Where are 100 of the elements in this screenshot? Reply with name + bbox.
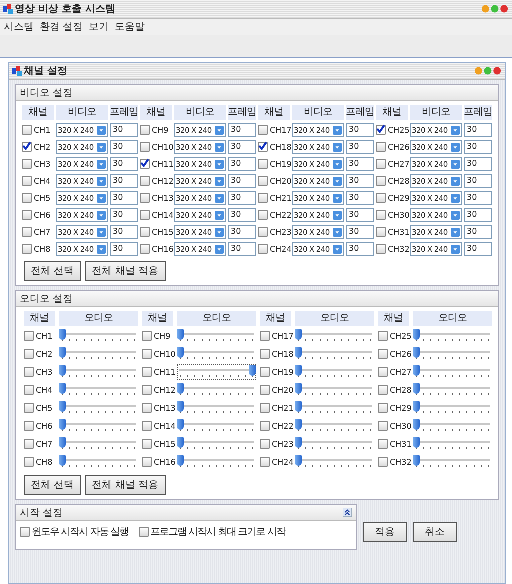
volume-slider[interactable] (295, 400, 374, 416)
frame-rate-field[interactable]: 30 (346, 191, 374, 205)
frame-rate-field[interactable]: 30 (346, 123, 374, 137)
volume-slider[interactable] (59, 382, 138, 398)
channel-checkbox[interactable]: CH6 (22, 208, 54, 222)
channel-checkbox[interactable]: CH13 (142, 401, 173, 415)
volume-slider[interactable] (177, 436, 256, 452)
channel-checkbox[interactable]: CH23 (260, 437, 291, 451)
volume-slider[interactable] (295, 346, 374, 362)
frame-rate-field[interactable]: 30 (228, 123, 256, 137)
channel-checkbox[interactable]: CH17 (260, 329, 291, 343)
frame-rate-field[interactable]: 30 (228, 242, 256, 256)
channel-checkbox[interactable]: CH12 (142, 383, 173, 397)
frame-rate-field[interactable]: 30 (228, 174, 256, 188)
channel-checkbox[interactable]: CH3 (24, 365, 55, 379)
volume-slider[interactable] (59, 346, 138, 362)
channel-checkbox[interactable]: CH12 (140, 174, 172, 188)
channel-checkbox[interactable]: CH6 (24, 419, 55, 433)
channel-checkbox[interactable]: CH32 (376, 242, 408, 256)
channel-checkbox[interactable]: CH28 (376, 174, 408, 188)
volume-slider[interactable] (295, 328, 374, 344)
frame-rate-field[interactable]: 30 (228, 208, 256, 222)
channel-checkbox[interactable]: CH4 (22, 174, 54, 188)
volume-slider[interactable] (413, 418, 492, 434)
channel-checkbox[interactable]: CH1 (24, 329, 55, 343)
channel-checkbox[interactable]: CH20 (258, 174, 290, 188)
frame-rate-field[interactable]: 30 (110, 140, 138, 154)
option-checkbox[interactable]: 프로그램 시작시 최대 크기로 시작 (138, 525, 286, 539)
channel-checkbox[interactable]: CH8 (24, 455, 55, 469)
collapse-icon[interactable] (343, 508, 352, 517)
volume-slider[interactable] (295, 436, 374, 452)
channel-checkbox[interactable]: CH14 (142, 419, 173, 433)
volume-slider[interactable] (295, 382, 374, 398)
window-controls-icon[interactable] (474, 66, 502, 76)
action-button[interactable]: 전체 채널 적용 (85, 475, 166, 495)
channel-checkbox[interactable]: CH27 (378, 365, 409, 379)
channel-checkbox[interactable]: CH2 (24, 347, 55, 361)
channel-checkbox[interactable]: CH9 (142, 329, 173, 343)
channel-checkbox[interactable]: CH19 (260, 365, 291, 379)
frame-rate-field[interactable]: 30 (464, 242, 492, 256)
channel-checkbox[interactable]: CH22 (258, 208, 290, 222)
frame-rate-field[interactable]: 30 (346, 140, 374, 154)
channel-checkbox[interactable]: CH25 (376, 123, 408, 137)
channel-checkbox[interactable]: CH32 (378, 455, 409, 469)
volume-slider[interactable] (59, 328, 138, 344)
channel-checkbox[interactable]: CH14 (140, 208, 172, 222)
channel-checkbox[interactable]: CH8 (22, 242, 54, 256)
volume-slider[interactable] (413, 454, 492, 470)
channel-checkbox[interactable]: CH24 (258, 242, 290, 256)
frame-rate-field[interactable]: 30 (346, 208, 374, 222)
volume-slider[interactable] (177, 346, 256, 362)
frame-rate-field[interactable]: 30 (110, 123, 138, 137)
volume-slider[interactable] (295, 418, 374, 434)
volume-slider[interactable] (177, 418, 256, 434)
volume-slider[interactable] (59, 454, 138, 470)
channel-checkbox[interactable]: CH21 (260, 401, 291, 415)
channel-checkbox[interactable]: CH16 (140, 242, 172, 256)
channel-checkbox[interactable]: CH31 (378, 437, 409, 451)
frame-rate-field[interactable]: 30 (464, 140, 492, 154)
channel-checkbox[interactable]: CH7 (22, 225, 54, 239)
channel-checkbox[interactable]: CH15 (140, 225, 172, 239)
channel-checkbox[interactable]: CH29 (376, 191, 408, 205)
window-controls-icon[interactable] (481, 4, 509, 14)
channel-checkbox[interactable]: CH10 (142, 347, 173, 361)
channel-checkbox[interactable]: CH11 (140, 157, 172, 171)
channel-checkbox[interactable]: CH22 (260, 419, 291, 433)
frame-rate-field[interactable]: 30 (110, 225, 138, 239)
action-button[interactable]: 전체 채널 적용 (85, 261, 166, 281)
channel-checkbox[interactable]: CH10 (140, 140, 172, 154)
channel-checkbox[interactable]: CH28 (378, 383, 409, 397)
channel-checkbox[interactable]: CH25 (378, 329, 409, 343)
channel-checkbox[interactable]: CH17 (258, 123, 290, 137)
volume-slider[interactable] (413, 346, 492, 362)
frame-rate-field[interactable]: 30 (110, 157, 138, 171)
channel-checkbox[interactable]: CH26 (378, 347, 409, 361)
channel-checkbox[interactable]: CH15 (142, 437, 173, 451)
volume-slider[interactable] (59, 436, 138, 452)
channel-checkbox[interactable]: CH24 (260, 455, 291, 469)
frame-rate-field[interactable]: 30 (228, 191, 256, 205)
volume-slider[interactable] (177, 454, 256, 470)
frame-rate-field[interactable]: 30 (346, 174, 374, 188)
action-button[interactable]: 전체 선택 (24, 475, 82, 495)
frame-rate-field[interactable]: 30 (228, 140, 256, 154)
channel-checkbox[interactable]: CH30 (376, 208, 408, 222)
channel-checkbox[interactable]: CH20 (260, 383, 291, 397)
volume-slider[interactable] (59, 400, 138, 416)
dialog-button[interactable]: 적용 (363, 522, 407, 542)
volume-slider[interactable] (413, 382, 492, 398)
volume-slider[interactable] (177, 400, 256, 416)
menu-item[interactable]: 시스템 (4, 20, 34, 34)
volume-slider[interactable] (59, 418, 138, 434)
channel-checkbox[interactable]: CH26 (376, 140, 408, 154)
dialog-button[interactable]: 취소 (413, 522, 457, 542)
frame-rate-field[interactable]: 30 (110, 174, 138, 188)
channel-checkbox[interactable]: CH29 (378, 401, 409, 415)
channel-checkbox[interactable]: CH11 (142, 365, 173, 379)
channel-checkbox[interactable]: CH7 (24, 437, 55, 451)
volume-slider[interactable] (295, 454, 374, 470)
frame-rate-field[interactable]: 30 (110, 191, 138, 205)
menu-item[interactable]: 보기 (89, 20, 110, 34)
